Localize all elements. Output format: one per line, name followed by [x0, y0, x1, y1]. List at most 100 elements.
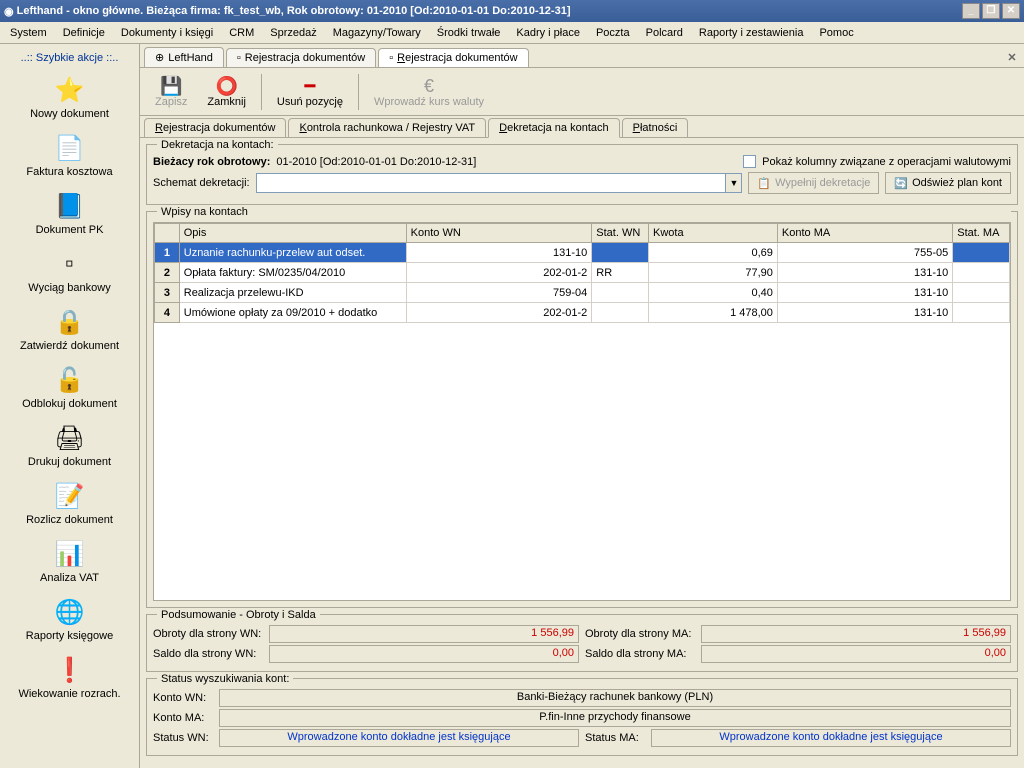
sidebar-icon: 🖨 — [54, 422, 86, 454]
minus-icon: ━ — [305, 76, 316, 96]
cell[interactable]: 202-01-2 — [406, 303, 592, 323]
menu-polcard[interactable]: Polcard — [640, 25, 689, 41]
doctab-rejestracja-dokument-w[interactable]: ▫Rejestracja dokumentów — [378, 48, 528, 67]
cell[interactable]: 755-05 — [777, 243, 952, 263]
show-currency-cols-label: Pokaż kolumny związane z operacjami walu… — [762, 156, 1011, 168]
col-konto-ma[interactable]: Konto MA — [777, 224, 952, 243]
sidebar-odblokuj-dokument[interactable]: 🔓 Odblokuj dokument — [0, 358, 139, 416]
menu-kadry-i-p-ace[interactable]: Kadry i płace — [510, 25, 586, 41]
cell[interactable]: 0,69 — [649, 243, 778, 263]
konto-wn-value: Banki-Bieżący rachunek bankowy (PLN) — [219, 689, 1011, 707]
menu-raporty-i-zestawienia[interactable]: Raporty i zestawienia — [693, 25, 810, 41]
sidebar-label: Drukuj dokument — [28, 456, 111, 468]
cell[interactable]: 131-10 — [777, 283, 952, 303]
sidebar-analiza-vat[interactable]: 📊Analiza VAT — [0, 532, 139, 590]
close-tab-icon[interactable]: ✕ — [1004, 51, 1020, 67]
maximize-button[interactable]: ❐ — [982, 3, 1000, 19]
cell[interactable]: 202-01-2 — [406, 263, 592, 283]
sidebar-wyci-g-bankowy[interactable]: ▫Wyciąg bankowy — [0, 242, 139, 300]
sidebar-label: Odblokuj dokument — [22, 398, 117, 410]
sidebar-rozlicz-dokument[interactable]: 📝Rozlicz dokument — [0, 474, 139, 532]
col-stat-ma[interactable]: Stat. MA — [953, 224, 1010, 243]
sidebar-dokument-pk[interactable]: 📘Dokument PK — [0, 184, 139, 242]
cell[interactable] — [953, 283, 1010, 303]
col-opis[interactable]: Opis — [179, 224, 406, 243]
cell[interactable] — [953, 243, 1010, 263]
subtab-p-atno-ci[interactable]: Płatności — [622, 118, 689, 138]
cell[interactable]: Opłata faktury: SM/0235/04/2010 — [179, 263, 406, 283]
sidebar-wiekowanie-rozrach-[interactable]: ❗Wiekowanie rozrach. — [0, 648, 139, 706]
doctab-lefthand[interactable]: ⊕LeftHand — [144, 47, 224, 67]
menu-pomoc[interactable]: Pomoc — [813, 25, 859, 41]
currency-rate-button[interactable]: € Wprowadź kurs waluty — [365, 73, 493, 111]
sidebar-nowy-dokument[interactable]: ⭐Nowy dokument — [0, 68, 139, 126]
cell[interactable]: Realizacja przelewu-IKD — [179, 283, 406, 303]
menu-dokumenty-i-ksi-gi[interactable]: Dokumenty i księgi — [115, 25, 219, 41]
table-row[interactable]: 3Realizacja przelewu-IKD759-04 0,40131-10 — [155, 283, 1010, 303]
col-rownum[interactable] — [155, 224, 180, 243]
sidebar-drukuj-dokument[interactable]: 🖨 Drukuj dokument — [0, 416, 139, 474]
sidebar-faktura-kosztowa[interactable]: 📄Faktura kosztowa — [0, 126, 139, 184]
cell[interactable]: 1 — [155, 243, 180, 263]
cell[interactable]: 77,90 — [649, 263, 778, 283]
obroty-ma-label: Obroty dla strony MA: — [585, 628, 695, 640]
cell[interactable] — [953, 263, 1010, 283]
col-stat-wn[interactable]: Stat. WN — [592, 224, 649, 243]
cell[interactable]: 759-04 — [406, 283, 592, 303]
refresh-icon: 🔄 — [894, 177, 908, 190]
cell[interactable]: 2 — [155, 263, 180, 283]
cell[interactable]: 131-10 — [406, 243, 592, 263]
status-wn-label: Status WN: — [153, 732, 213, 744]
cell[interactable]: 4 — [155, 303, 180, 323]
menu-magazyny-towary[interactable]: Magazyny/Towary — [327, 25, 427, 41]
delete-row-button[interactable]: ━ Usuń pozycję — [268, 73, 352, 111]
sidebar-icon: ⭐ — [54, 74, 86, 106]
cell[interactable]: Uznanie rachunku-przelew aut odset. — [179, 243, 406, 263]
sidebar-raporty-ksi-gowe[interactable]: 🌐Raporty księgowe — [0, 590, 139, 648]
cell[interactable] — [592, 303, 649, 323]
cell[interactable]: 1 478,00 — [649, 303, 778, 323]
schema-select[interactable]: ▼ — [256, 173, 743, 193]
table-row[interactable]: 1Uznanie rachunku-przelew aut odset.131-… — [155, 243, 1010, 263]
cell[interactable]: 3 — [155, 283, 180, 303]
menu-bar: SystemDefinicjeDokumenty i księgiCRMSprz… — [0, 22, 1024, 44]
sidebar-zatwierd-dokument[interactable]: 🔒Zatwierdź dokument — [0, 300, 139, 358]
tab-label: Rejestracja dokumentów — [245, 52, 365, 64]
save-icon: 💾 — [160, 76, 182, 96]
close-button[interactable]: ✕ — [1002, 3, 1020, 19]
cell[interactable] — [592, 283, 649, 303]
close-doc-button[interactable]: ⭕ Zamknij — [198, 73, 255, 111]
save-button[interactable]: 💾 Zapisz — [146, 73, 196, 111]
cell[interactable]: 131-10 — [777, 263, 952, 283]
menu-definicje[interactable]: Definicje — [57, 25, 111, 41]
subtab-kontrola-rachunkowa-rejestry-vat[interactable]: Kontrola rachunkowa / Rejestry VAT — [288, 118, 486, 138]
fill-decree-button[interactable]: 📋 Wypełnij dekretacje — [748, 172, 879, 194]
menu-crm[interactable]: CRM — [223, 25, 260, 41]
table-row[interactable]: 2Opłata faktury: SM/0235/04/2010202-01-2… — [155, 263, 1010, 283]
cell[interactable]: RR — [592, 263, 649, 283]
sidebar-icon: 🔓 — [54, 364, 86, 396]
cell[interactable]: 0,40 — [649, 283, 778, 303]
entries-table[interactable]: OpisKonto WNStat. WNKwotaKonto MAStat. M… — [154, 223, 1010, 323]
summary-title: Podsumowanie - Obroty i Salda — [157, 609, 320, 621]
cell[interactable] — [592, 243, 649, 263]
show-currency-cols-checkbox[interactable] — [743, 155, 756, 168]
cell[interactable] — [953, 303, 1010, 323]
subtab-dekretacja-na-kontach[interactable]: Dekretacja na kontach — [488, 118, 619, 138]
status-ma-label: Status MA: — [585, 732, 645, 744]
menu-poczta[interactable]: Poczta — [590, 25, 636, 41]
subtab-rejestracja-dokument-w[interactable]: Rejestracja dokumentów — [144, 118, 286, 138]
col-kwota[interactable]: Kwota — [649, 224, 778, 243]
col-konto-wn[interactable]: Konto WN — [406, 224, 592, 243]
menu--rodki-trwa-e[interactable]: Środki trwałe — [431, 25, 507, 41]
minimize-button[interactable]: _ — [962, 3, 980, 19]
doctab-rejestracja-dokument-w[interactable]: ▫Rejestracja dokumentów — [226, 48, 376, 67]
dropdown-arrow-icon: ▼ — [725, 174, 741, 192]
table-row[interactable]: 4Umówione opłaty za 09/2010 + dodatko202… — [155, 303, 1010, 323]
status-title: Status wyszukiwania kont: — [157, 673, 293, 685]
menu-sprzeda-[interactable]: Sprzedaż — [264, 25, 322, 41]
menu-system[interactable]: System — [4, 25, 53, 41]
cell[interactable]: Umówione opłaty za 09/2010 + dodatko — [179, 303, 406, 323]
cell[interactable]: 131-10 — [777, 303, 952, 323]
refresh-plan-button[interactable]: 🔄 Odśwież plan kont — [885, 172, 1011, 194]
